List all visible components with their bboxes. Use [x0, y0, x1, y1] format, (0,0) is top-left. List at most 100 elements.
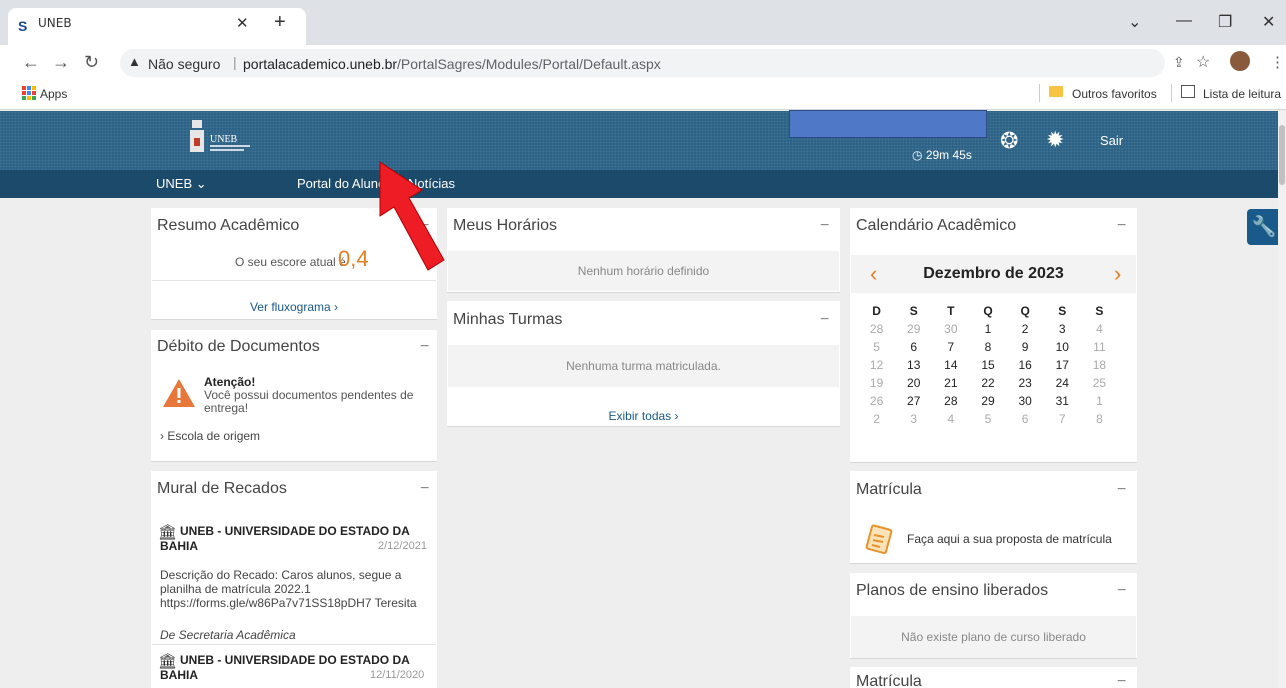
calendar-day[interactable]: 5 — [969, 412, 1006, 430]
collapse-icon[interactable]: − — [1117, 217, 1126, 235]
back-icon[interactable]: ← — [22, 52, 40, 73]
star-icon[interactable]: ☆ — [1196, 52, 1210, 72]
calendar-day[interactable]: 2 — [858, 412, 895, 430]
restore-icon[interactable]: ❐ — [1218, 12, 1232, 32]
tab-close-icon[interactable]: ✕ — [236, 14, 249, 32]
gear-icon[interactable]: ✹ — [1046, 127, 1064, 153]
horarios-empty: Nenhum horário definido — [448, 251, 839, 291]
calendar-day[interactable]: 30 — [932, 322, 969, 340]
weekday: T — [947, 304, 955, 318]
calendar-day[interactable]: 28 — [858, 322, 895, 340]
calendar-day[interactable]: 24 — [1044, 376, 1081, 394]
url-host[interactable]: portalacademico.uneb.br — [243, 56, 397, 72]
minimize-icon[interactable]: — — [1176, 12, 1192, 30]
document-pen-icon[interactable] — [862, 523, 894, 555]
share-icon[interactable]: ⇪ — [1173, 54, 1185, 71]
collapse-icon[interactable]: − — [1117, 481, 1126, 499]
calendar-day[interactable]: 26 — [858, 394, 895, 412]
close-window-icon[interactable]: ✕ — [1262, 12, 1275, 32]
calendar-day[interactable]: 23 — [1007, 376, 1044, 394]
calendar-day[interactable]: 27 — [895, 394, 932, 412]
url-security-label[interactable]: Não seguro — [148, 56, 220, 72]
collapse-icon[interactable]: − — [820, 311, 829, 329]
calendar-day[interactable]: 3 — [1044, 322, 1081, 340]
bookmark-other-favorites[interactable]: Outros favoritos — [1072, 87, 1157, 101]
collapse-icon[interactable]: − — [1117, 673, 1126, 688]
calendar-day[interactable]: 20 — [895, 376, 932, 394]
calendar-day[interactable]: 22 — [969, 376, 1006, 394]
nav-uneb-dropdown[interactable]: UNEB ⌄ — [156, 176, 207, 192]
calendar-day[interactable]: 21 — [932, 376, 969, 394]
calendar-day[interactable]: 16 — [1007, 358, 1044, 376]
tab-search-icon[interactable]: ⌄ — [1128, 12, 1141, 32]
score-label: O seu escore atual é — [235, 255, 346, 269]
menu-icon[interactable]: ⋮ — [1270, 53, 1285, 71]
reading-list-icon[interactable] — [1181, 85, 1195, 98]
calendar-day[interactable]: 17 — [1044, 358, 1081, 376]
calendar-day[interactable]: 28 — [932, 394, 969, 412]
session-timer-value: 29m 45s — [925, 148, 972, 162]
calendar-day[interactable]: 5 — [858, 340, 895, 358]
collapse-icon[interactable]: − — [1117, 582, 1126, 600]
scrollbar[interactable] — [1278, 111, 1286, 688]
apps-icon[interactable] — [22, 86, 36, 100]
post-from: De Secretaria Acadêmica — [160, 628, 296, 642]
logout-link[interactable]: Sair — [1100, 133, 1123, 148]
calendar-day[interactable]: 11 — [1081, 340, 1118, 358]
calendar-day[interactable]: 19 — [858, 376, 895, 394]
new-tab-icon[interactable]: + — [274, 11, 286, 34]
reload-icon[interactable]: ↻ — [84, 52, 99, 73]
calendar-day[interactable]: 13 — [895, 358, 932, 376]
calendar-day[interactable]: 25 — [1081, 376, 1118, 394]
warning-icon[interactable]: ▲ — [128, 54, 141, 69]
bookmark-apps[interactable]: Apps — [40, 87, 67, 101]
calendar-day[interactable]: 1 — [1081, 394, 1118, 412]
matricula-link[interactable]: Faça aqui a sua proposta de matrícula — [907, 532, 1112, 546]
calendar-day[interactable]: 8 — [1081, 412, 1118, 430]
collapse-icon[interactable]: − — [420, 338, 429, 356]
calendar-day[interactable]: 3 — [895, 412, 932, 430]
matricula2-title: Matrícula — [856, 673, 922, 688]
calendar-day[interactable]: 30 — [1007, 394, 1044, 412]
calendar-day[interactable]: 9 — [1007, 340, 1044, 358]
calendar-day[interactable]: 7 — [932, 340, 969, 358]
collapse-icon[interactable]: − — [820, 217, 829, 235]
calendar-day[interactable]: 15 — [969, 358, 1006, 376]
calendar-day[interactable]: 8 — [969, 340, 1006, 358]
horarios-title: Meus Horários — [453, 217, 558, 234]
forward-icon[interactable]: → — [52, 52, 70, 73]
ver-fluxograma-link[interactable]: Ver fluxograma › — [152, 300, 436, 314]
calendar-day[interactable]: 4 — [1081, 322, 1118, 340]
exibir-todas-link[interactable]: Exibir todas › — [448, 409, 839, 423]
planos-empty: Não existe plano de curso liberado — [851, 616, 1136, 658]
weekday: Q — [1020, 304, 1030, 318]
calendar-week: 19 20 21 22 23 24 25 — [858, 376, 1118, 394]
weekday: S — [1058, 304, 1067, 318]
calendar-day[interactable]: 2 — [1007, 322, 1044, 340]
calendar-day[interactable]: 12 — [858, 358, 895, 376]
calendar-day[interactable]: 29 — [969, 394, 1006, 412]
calendar-day[interactable]: 6 — [1007, 412, 1044, 430]
calendar-day[interactable]: 14 — [932, 358, 969, 376]
globe-icon[interactable]: ❂ — [1000, 128, 1018, 154]
calendar-day[interactable]: 4 — [932, 412, 969, 430]
calendar-day[interactable]: 10 — [1044, 340, 1081, 358]
calendar-day[interactable]: 1 — [969, 322, 1006, 340]
calendar-day[interactable]: 18 — [1081, 358, 1118, 376]
calendar-day[interactable]: 6 — [895, 340, 932, 358]
calendar-day[interactable]: 31 — [1044, 394, 1081, 412]
escola-origem-link[interactable]: › Escola de origem — [160, 429, 260, 443]
calendar-week: 12 13 14 15 16 17 18 — [858, 358, 1118, 376]
scrollbar-thumb[interactable] — [1279, 125, 1285, 185]
calendar-day[interactable]: 29 — [895, 322, 932, 340]
wrench-icon[interactable]: 🔧 — [1247, 209, 1281, 245]
uneb-logo[interactable]: UNEB — [186, 116, 266, 160]
url-path[interactable]: /PortalSagres/Modules/Portal/Default.asp… — [397, 56, 661, 72]
collapse-icon[interactable]: − — [420, 480, 429, 498]
folder-icon[interactable] — [1049, 86, 1063, 97]
user-name-redacted — [789, 110, 987, 138]
turmas-title: Minhas Turmas — [453, 311, 563, 328]
bookmark-reading-list[interactable]: Lista de leitura — [1203, 87, 1281, 101]
calendar-day[interactable]: 7 — [1044, 412, 1081, 430]
avatar[interactable] — [1230, 51, 1250, 71]
